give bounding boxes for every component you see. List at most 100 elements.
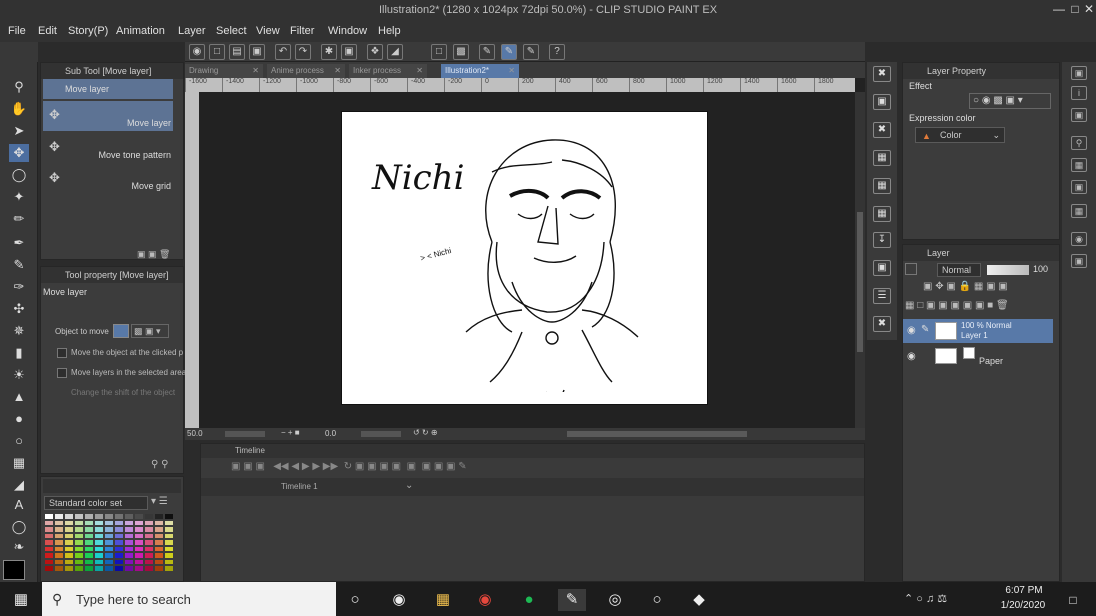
item-bank-icon[interactable]: ◉ <box>1071 232 1087 246</box>
brush-icon[interactable]: ✑ <box>10 278 28 296</box>
close-icon[interactable]: ✕ <box>1080 2 1096 18</box>
airbrush-icon[interactable]: ✣ <box>10 300 28 318</box>
subtool-footer-icons[interactable]: ▣ ▣ 🗑 <box>137 249 170 260</box>
system-tray-icons[interactable]: ⌃ ○ ♫ ⚖ <box>904 592 947 605</box>
open-file-icon[interactable]: ▤ <box>229 44 245 60</box>
zoom-buttons[interactable]: − + ■ <box>281 428 300 437</box>
clock-time[interactable]: 6:07 PM <box>1000 585 1048 596</box>
layer-toolbar-2[interactable]: ▦ □ ▣ ▣ ▣ ▣ ▣ ■ 🗑 <box>905 300 1009 311</box>
menu-file[interactable]: File <box>8 25 26 37</box>
fill-bucket-icon[interactable]: ▲ <box>10 388 28 406</box>
task-view-icon[interactable]: ○ <box>344 589 366 611</box>
fill-icon[interactable]: ◢ <box>387 44 403 60</box>
duplicate-icon[interactable]: ▣ <box>873 260 891 276</box>
crop-icon[interactable]: ▣ <box>341 44 357 60</box>
zoom-icons[interactable]: ⚲ ⚲ <box>151 459 168 470</box>
color-set-menu-icon[interactable]: ▾ ☰ <box>151 496 168 507</box>
operation-icon[interactable]: ➤ <box>10 122 28 140</box>
eye-icon[interactable]: ◉ <box>907 325 916 336</box>
decoration-icon[interactable]: ✵ <box>10 322 28 340</box>
blend-mode-dropdown[interactable]: Normal <box>937 263 981 277</box>
vertical-scroll-thumb[interactable] <box>857 212 863 352</box>
expression-color-dropdown[interactable]: ▲ Color ⌄ <box>915 127 1005 143</box>
color-swatches[interactable] <box>44 513 174 573</box>
frame-icon[interactable]: ▦ <box>10 454 28 472</box>
menu-animation[interactable]: Animation <box>116 25 165 37</box>
taskbar-search[interactable]: ⚲ Type here to search <box>42 582 336 616</box>
transform-icon[interactable]: ❖ <box>367 44 383 60</box>
rotate-buttons[interactable]: ↺ ↻ ⊕ <box>413 428 438 437</box>
pen-icon[interactable]: ✒ <box>10 234 28 252</box>
delete-icon[interactable]: ✖ <box>873 316 891 332</box>
menu-story[interactable]: Story(P) <box>68 25 108 37</box>
option-checkbox-1[interactable] <box>57 348 67 358</box>
text-icon[interactable]: A <box>10 496 28 514</box>
sub-view-icon[interactable]: ▣ <box>1071 254 1087 268</box>
grid-icon[interactable]: ▦ <box>873 206 891 222</box>
subtool-move-grid[interactable]: ✥ Move grid <box>43 164 173 194</box>
clip-studio-icon[interactable]: ✎ <box>558 589 586 611</box>
app-icon-circle[interactable]: ◎ <box>604 589 626 611</box>
subtool-move-layer[interactable]: ✥ Move layer <box>43 101 173 131</box>
vertical-scrollbar[interactable] <box>855 92 865 428</box>
subtool-group[interactable]: Move layer <box>43 79 173 99</box>
subtool-move-tone-pattern[interactable]: ✥ Move tone pattern <box>43 133 173 163</box>
magic-wand-icon[interactable]: ✦ <box>10 188 28 206</box>
close-icon[interactable]: ✕ <box>508 64 515 78</box>
color-tabs[interactable] <box>43 479 181 493</box>
menu-help[interactable]: Help <box>378 25 401 37</box>
color-swatch[interactable] <box>164 565 174 572</box>
menu-view[interactable]: View <box>256 25 280 37</box>
layer-toolbar-1[interactable]: ▣ ✥ ▣ 🔒 ▦ ▣ ▣ <box>923 281 1008 292</box>
opacity-value[interactable]: 100 <box>1033 264 1048 274</box>
start-icon[interactable]: ▦ <box>10 589 32 611</box>
close-icon[interactable]: ✕ <box>416 64 423 78</box>
balloon-icon[interactable]: ◯ <box>10 518 28 536</box>
paste-icon[interactable]: ▦ <box>873 150 891 166</box>
eraser-icon[interactable]: ▮ <box>10 344 28 362</box>
app-icon-shield[interactable]: ◆ <box>688 589 710 611</box>
option-checkbox-2[interactable] <box>57 368 67 378</box>
move-layer-icon[interactable]: ✥ <box>9 144 29 162</box>
color-swatch[interactable] <box>94 565 104 572</box>
eyedropper-icon[interactable]: ✏ <box>10 210 28 228</box>
correct-line-icon[interactable]: ❧ <box>10 538 28 556</box>
clear-icon[interactable]: ✱ <box>321 44 337 60</box>
menu-window[interactable]: Window <box>328 25 367 37</box>
snap-grid-icon[interactable]: ✎ <box>523 44 539 60</box>
eye-icon[interactable]: ◉ <box>907 351 916 362</box>
horizontal-scroll-thumb[interactable] <box>567 431 747 437</box>
clock-date[interactable]: 1/20/2020 <box>992 600 1054 611</box>
rotate-value[interactable]: 0.0 <box>325 429 336 438</box>
zoom-slider[interactable] <box>225 431 265 437</box>
timeline-controls[interactable]: ▣ ▣ ▣ ◀◀ ◀ ▶ ▶ ▶▶ ↻ ▣ ▣ ▣ ▣ ▣ ▣ ▣ ▣ ✎ <box>231 461 467 472</box>
menu-layer[interactable]: Layer <box>178 25 206 37</box>
menu-filter[interactable]: Filter <box>290 25 314 37</box>
object-type-toggles[interactable]: ▩ ▣ ▾ <box>131 324 169 338</box>
pencil-icon[interactable]: ✎ <box>10 256 28 274</box>
color-swatch[interactable] <box>124 565 134 572</box>
material-icon[interactable]: ▦ <box>1071 158 1087 172</box>
zoom-value[interactable]: 50.0 <box>187 429 203 438</box>
app-icon[interactable]: ◉ <box>189 44 205 60</box>
ruler-icon[interactable]: ◢ <box>10 476 28 494</box>
deselect-icon[interactable]: □ <box>431 44 447 60</box>
notification-icon[interactable]: □ <box>1062 589 1084 611</box>
copy-icon[interactable]: ▣ <box>873 94 891 110</box>
color-swatch[interactable] <box>134 565 144 572</box>
tab-drawing[interactable]: Drawing ✕ <box>185 64 263 78</box>
help-icon[interactable]: ? <box>549 44 565 60</box>
object-layer-toggle[interactable] <box>113 324 129 338</box>
steam-icon[interactable]: ◉ <box>388 589 410 611</box>
effect-buttons[interactable]: ○ ◉ ▩ ▣ ▾ <box>969 93 1051 109</box>
blend-icon[interactable]: ☀ <box>10 366 28 384</box>
color-swatch[interactable] <box>114 565 124 572</box>
invert-selection-icon[interactable]: ▩ <box>453 44 469 60</box>
menu-edit[interactable]: Edit <box>38 25 57 37</box>
hand-icon[interactable]: ✋ <box>10 100 28 118</box>
redo-icon[interactable]: ↷ <box>295 44 311 60</box>
menu-select[interactable]: Select <box>216 25 247 37</box>
history-icon[interactable]: ▣ <box>1071 108 1087 122</box>
app-icon-globe[interactable]: ○ <box>646 589 668 611</box>
timeline-dropdown[interactable]: Timeline 1 <box>281 482 318 491</box>
